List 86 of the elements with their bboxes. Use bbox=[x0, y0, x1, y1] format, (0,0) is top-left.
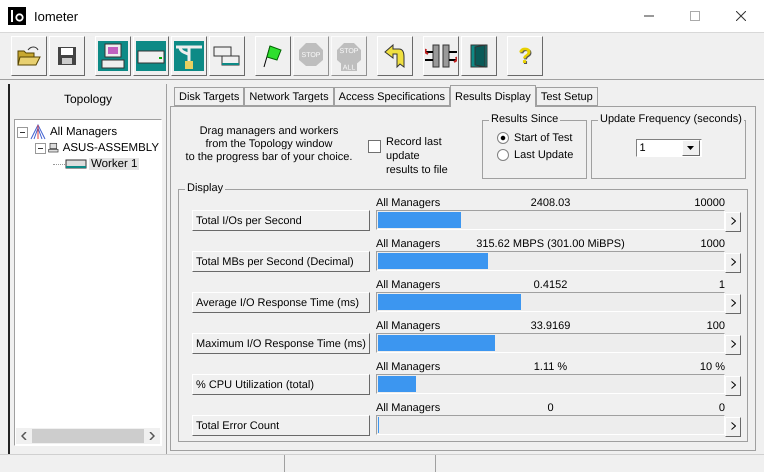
computer-icon bbox=[48, 141, 59, 155]
managers-icon bbox=[30, 124, 46, 140]
computer-icon bbox=[98, 41, 128, 71]
toolbar-button[interactable] bbox=[49, 36, 85, 76]
max-label: 0 bbox=[718, 402, 725, 415]
value-label: 0 bbox=[547, 402, 554, 415]
metric-button[interactable]: Total I/Os per Second bbox=[192, 210, 370, 231]
scope-label: All Managers bbox=[376, 197, 442, 210]
max-label: 100 bbox=[706, 320, 725, 333]
metric-button[interactable]: Total Error Count bbox=[192, 415, 370, 436]
next-button[interactable] bbox=[725, 294, 741, 314]
group-title: Results Since bbox=[489, 113, 560, 125]
close-icon[interactable] bbox=[736, 11, 746, 21]
radio-button[interactable] bbox=[497, 132, 509, 144]
scope-label: All Managers bbox=[376, 279, 442, 292]
collapse-toggle[interactable] bbox=[35, 142, 46, 154]
metric-button[interactable]: Maximum I/O Response Time (ms) bbox=[192, 333, 370, 354]
radio-button[interactable] bbox=[497, 148, 509, 160]
group-title: Display bbox=[185, 182, 226, 194]
chevron-right-icon bbox=[730, 217, 736, 225]
tab[interactable]: Results Display bbox=[450, 85, 536, 107]
tab[interactable]: Access Specifications bbox=[334, 87, 450, 106]
tab[interactable]: Test Setup bbox=[536, 87, 598, 106]
toolbar-button[interactable] bbox=[209, 36, 245, 76]
drive-icon bbox=[136, 41, 166, 71]
window-title: Iometer bbox=[34, 8, 80, 24]
collapse-toggle[interactable] bbox=[17, 126, 28, 138]
radio-label: Last Update bbox=[514, 148, 574, 160]
tab[interactable]: Network Targets bbox=[244, 87, 334, 106]
scope-label: All Managers bbox=[376, 402, 442, 415]
value-label: 1.11 % bbox=[534, 361, 568, 374]
open-folder-icon bbox=[16, 45, 42, 67]
scope-label: All Managers bbox=[376, 320, 442, 333]
metric-button[interactable]: Total MBs per Second (Decimal) bbox=[192, 251, 370, 272]
value-label: 33.9169 bbox=[530, 320, 570, 333]
next-button[interactable] bbox=[725, 376, 741, 396]
frequency-dropdown[interactable]: 1 bbox=[636, 139, 702, 157]
max-label: 10 % bbox=[698, 361, 725, 374]
panel-title: Topology bbox=[64, 92, 112, 106]
metric-button[interactable]: Average I/O Response Time (ms) bbox=[192, 292, 370, 313]
chevron-left-icon[interactable] bbox=[21, 432, 27, 440]
chevron-right-icon[interactable] bbox=[149, 432, 155, 440]
group-title: Update Frequency (seconds) bbox=[598, 113, 744, 125]
dropdown-arrow-icon[interactable] bbox=[687, 146, 694, 150]
metric-button[interactable]: % CPU Utilization (total) bbox=[192, 374, 370, 395]
question-mark-icon: ? bbox=[518, 43, 532, 69]
toolbar-button[interactable] bbox=[11, 36, 47, 76]
next-button[interactable] bbox=[725, 417, 741, 437]
tree-item[interactable]: ASUS-ASSEMBLY bbox=[60, 142, 161, 154]
chevron-right-icon bbox=[730, 258, 736, 266]
tab[interactable]: Disk Targets bbox=[174, 87, 244, 106]
instructions-text: Drag managers and workers from the Topology window to the progress bar of your choice. bbox=[184, 124, 354, 165]
value-label: 315.62 MBPS (301.00 MiBPS) bbox=[476, 238, 625, 251]
chevron-right-icon bbox=[730, 381, 736, 389]
copy-drives-icon bbox=[213, 44, 241, 68]
toolbar-button[interactable] bbox=[377, 36, 413, 76]
chevron-right-icon bbox=[730, 299, 736, 307]
chevron-right-icon bbox=[730, 340, 736, 348]
chevron-right-icon bbox=[730, 422, 736, 430]
scope-label: All Managers bbox=[376, 361, 442, 374]
toolbar-button[interactable] bbox=[255, 36, 291, 76]
curved-arrow-icon bbox=[383, 43, 407, 69]
checkbox[interactable] bbox=[368, 140, 381, 153]
drive-icon bbox=[65, 159, 87, 169]
max-label: 1 bbox=[718, 279, 725, 292]
toolbar-button[interactable] bbox=[423, 36, 459, 76]
horizontal-scrollbar[interactable] bbox=[16, 428, 160, 444]
max-label: 10000 bbox=[693, 197, 725, 210]
door-icon bbox=[468, 43, 490, 69]
split-arrows-icon bbox=[425, 43, 457, 69]
max-label: 1000 bbox=[700, 238, 725, 251]
tree-item[interactable]: Worker 1 bbox=[89, 158, 140, 170]
radio-label: Start of Test bbox=[514, 132, 572, 144]
network-icon bbox=[174, 41, 204, 71]
next-button[interactable] bbox=[725, 335, 741, 355]
checkbox-label: Record last update results to file bbox=[386, 135, 449, 178]
next-button[interactable] bbox=[725, 253, 741, 273]
toolbar-button[interactable] bbox=[95, 36, 131, 76]
tree-item[interactable]: All Managers bbox=[48, 126, 120, 138]
value-label: 2408.03 bbox=[530, 197, 570, 210]
value-label: 0.4152 bbox=[534, 279, 568, 292]
scope-label: All Managers bbox=[376, 238, 442, 251]
next-button[interactable] bbox=[725, 212, 741, 232]
app-logo-icon bbox=[8, 7, 26, 25]
toolbar-button[interactable] bbox=[133, 36, 169, 76]
toolbar-button[interactable] bbox=[461, 36, 497, 76]
